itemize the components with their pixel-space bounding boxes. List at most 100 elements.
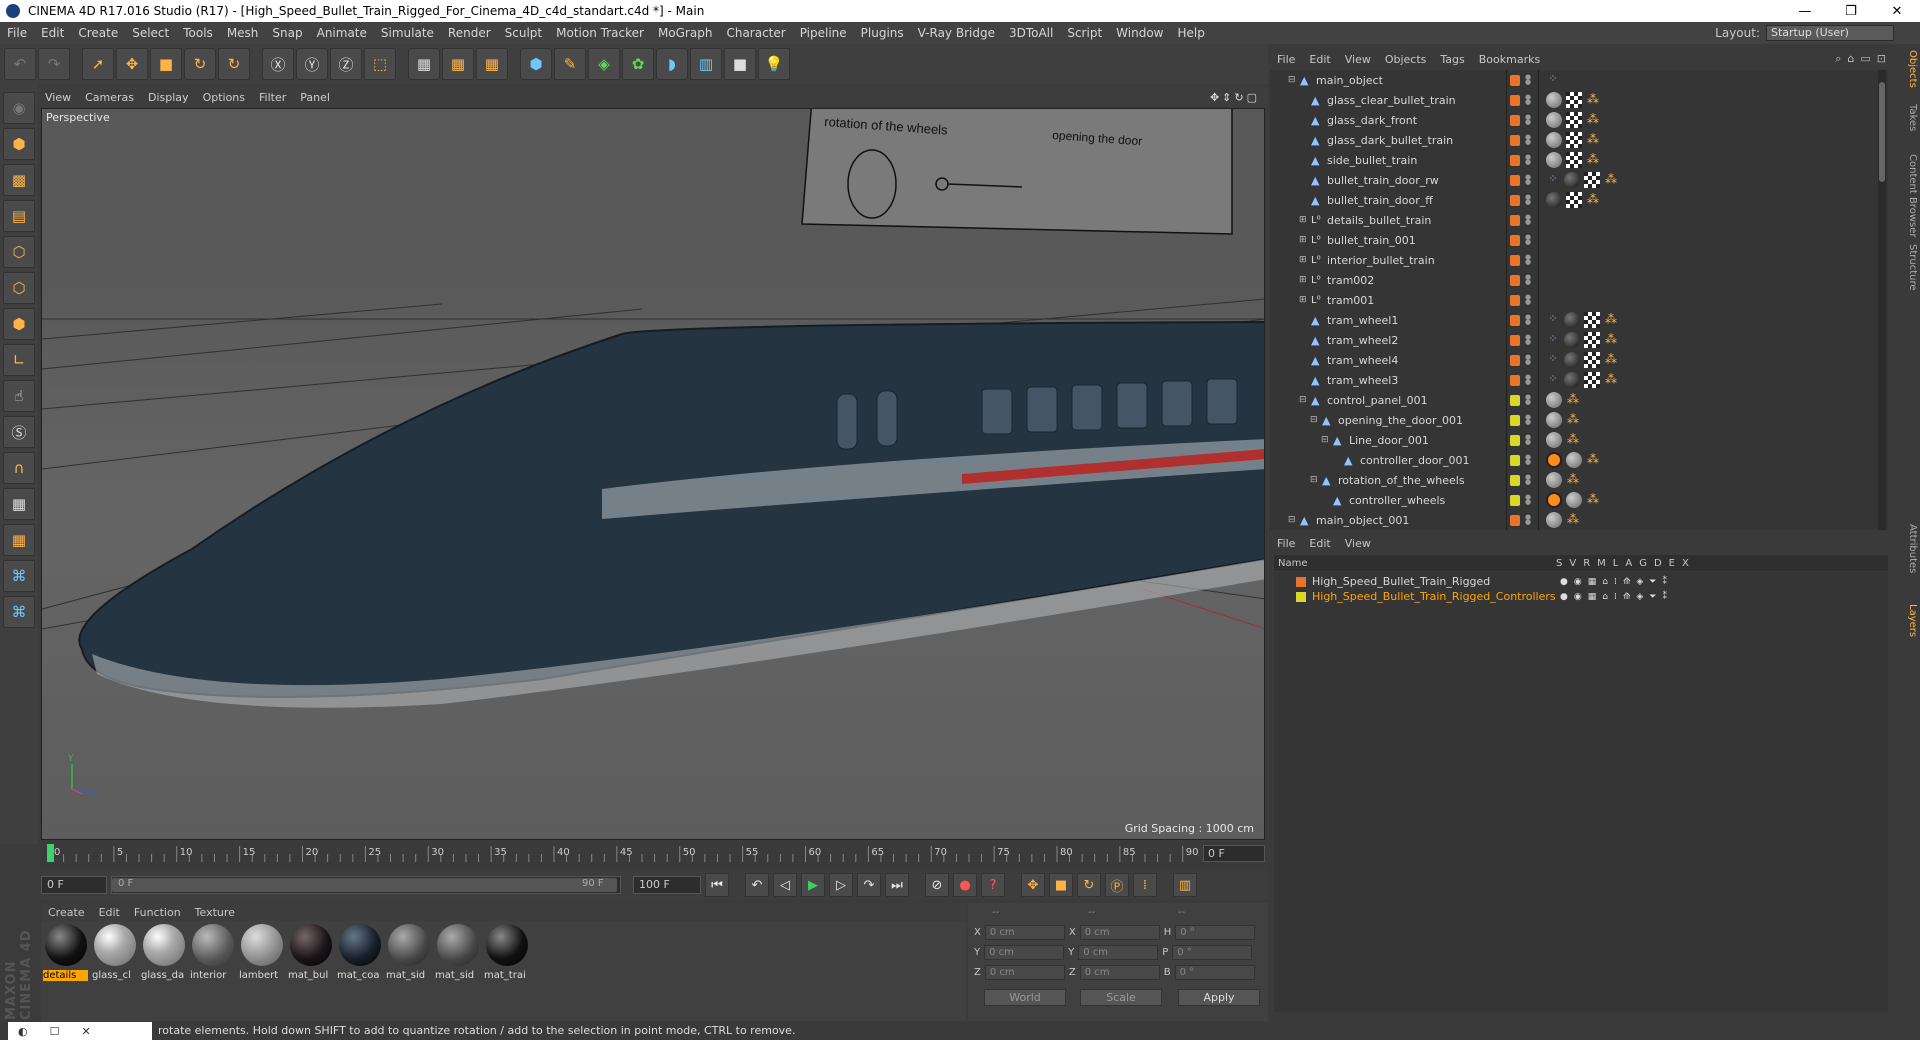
camera-label[interactable]: Perspective bbox=[46, 111, 110, 124]
object-row[interactable]: ⊟ ▲ rotation_of_the_wheels ● ● ⁂ bbox=[1270, 470, 1888, 490]
rotation-b-field[interactable]: 0 ° bbox=[1174, 965, 1255, 980]
layer-color-swatch[interactable] bbox=[1510, 294, 1520, 306]
visibility-dots-icon[interactable]: ● ● bbox=[1525, 313, 1531, 326]
motion-record-icon[interactable]: ⊘ bbox=[925, 873, 949, 897]
layer-color-swatch[interactable] bbox=[1510, 434, 1520, 446]
layer-row[interactable]: High_Speed_Bullet_Train_Rigged ● ◉ ▦ ⌂ ⁞ ⟰ ◈ ⏷ ⁑ bbox=[1274, 574, 1888, 589]
3d-viewport[interactable]: rotation of the wheels opening the door … bbox=[41, 108, 1265, 840]
layer-flag-toggle-icon[interactable]: ▦ bbox=[1588, 577, 1597, 587]
menu-tools[interactable]: Tools bbox=[176, 26, 220, 40]
layer-flag-toggle-icon[interactable]: ⏷ bbox=[1649, 592, 1656, 602]
xpresso-tag-icon[interactable]: ⁂ bbox=[1566, 432, 1580, 448]
viewport-menu-options[interactable]: Options bbox=[196, 91, 252, 104]
xpresso-tag-icon[interactable]: ⁂ bbox=[1604, 372, 1618, 388]
redo-icon[interactable]: ↷ bbox=[38, 48, 70, 80]
skin-tag-icon[interactable]: ⁘ bbox=[1546, 332, 1560, 348]
material-tag-icon[interactable] bbox=[1546, 512, 1562, 528]
skin-tag-icon[interactable]: ⁘ bbox=[1546, 352, 1560, 368]
side-tab-structure[interactable]: Structure bbox=[1902, 244, 1918, 291]
size-z-field[interactable]: 0 cm bbox=[1079, 965, 1160, 980]
layer-flag-toggle-icon[interactable]: ⏷ bbox=[1649, 577, 1656, 587]
skin-tag-icon[interactable]: ⁘ bbox=[1546, 312, 1560, 328]
layer-color-swatch[interactable] bbox=[1510, 234, 1520, 246]
material-swatch[interactable]: glass_cl bbox=[92, 924, 137, 1021]
expand-toggle-icon[interactable]: ⊟ bbox=[1310, 475, 1318, 485]
material-menu-edit[interactable]: Edit bbox=[92, 906, 127, 919]
rotate-icon[interactable]: ↻ bbox=[184, 48, 216, 80]
visibility-dots-icon[interactable]: ● ● bbox=[1525, 393, 1531, 406]
objects-menu-edit[interactable]: Edit bbox=[1302, 53, 1337, 66]
previous-frame-icon[interactable]: ◁ bbox=[773, 873, 797, 897]
snap-icon[interactable]: Ⓢ bbox=[3, 416, 35, 448]
light-icon[interactable]: 💡 bbox=[758, 48, 790, 80]
material-tag-icon[interactable] bbox=[1566, 452, 1582, 468]
xpresso-tag-icon[interactable]: ⁂ bbox=[1586, 192, 1600, 208]
maximize-button[interactable]: ❐ bbox=[1828, 4, 1874, 19]
viewport-menu-cameras[interactable]: Cameras bbox=[78, 91, 141, 104]
layer-flag-toggle-icon[interactable]: ▦ bbox=[1588, 592, 1597, 602]
app-icon[interactable]: ◐ bbox=[18, 1025, 28, 1038]
object-row[interactable]: ▲ glass_dark_front ● ● ⁂ bbox=[1270, 110, 1888, 130]
material-swatch[interactable]: mat_bul bbox=[288, 924, 333, 1021]
x-axis-icon[interactable]: Ⓧ bbox=[262, 48, 294, 80]
material-tag-icon[interactable] bbox=[1564, 332, 1580, 348]
scale-icon[interactable]: ■ bbox=[150, 48, 182, 80]
expand-toggle-icon[interactable]: ⊟ bbox=[1299, 395, 1307, 405]
expand-toggle-icon[interactable]: ⊞ bbox=[1299, 275, 1307, 285]
object-row[interactable]: ▲ tram_wheel1 ● ● ⁘ ⁂ bbox=[1270, 310, 1888, 330]
material-tag-icon[interactable] bbox=[1546, 192, 1562, 208]
layer-flag-toggle-icon[interactable]: ● bbox=[1560, 592, 1568, 602]
layer-flag-toggle-icon[interactable]: ⌂ bbox=[1602, 577, 1608, 587]
menu-mesh[interactable]: Mesh bbox=[220, 26, 266, 40]
object-row[interactable]: ⊞ L⁰ bullet_train_001 ● ● bbox=[1270, 230, 1888, 250]
layer-flag-header[interactable]: L bbox=[1613, 558, 1619, 569]
viewport-menu-view[interactable]: View bbox=[38, 91, 78, 104]
visibility-dots-icon[interactable]: ● ● bbox=[1525, 293, 1531, 306]
key-position-icon[interactable]: ✥ bbox=[1021, 873, 1045, 897]
xpresso-tag-icon[interactable]: ⁂ bbox=[1604, 352, 1618, 368]
side-tab-takes[interactable]: Takes bbox=[1902, 104, 1918, 131]
make-editable-icon[interactable]: ◉ bbox=[3, 92, 35, 124]
side-tab-attributes[interactable]: Attributes bbox=[1902, 524, 1918, 573]
next-frame-icon[interactable]: ▷ bbox=[829, 873, 853, 897]
coordinate-mode-select[interactable]: World bbox=[984, 989, 1066, 1006]
visibility-dots-icon[interactable]: ● ● bbox=[1525, 153, 1531, 166]
layer-flag-header[interactable]: M bbox=[1597, 558, 1606, 569]
material-tag-icon[interactable] bbox=[1564, 172, 1580, 188]
material-tag-icon[interactable] bbox=[1564, 312, 1580, 328]
object-row[interactable]: ⊟ ▲ main_object_001 ● ● ⁂ bbox=[1270, 510, 1888, 530]
render-view-icon[interactable]: ▦ bbox=[408, 48, 440, 80]
menu-create[interactable]: Create bbox=[71, 26, 125, 40]
visibility-dots-icon[interactable]: ● ● bbox=[1525, 233, 1531, 246]
camera-icon[interactable]: ■ bbox=[724, 48, 756, 80]
uvw-tag-icon[interactable] bbox=[1566, 92, 1582, 108]
record-keyframe-icon[interactable]: ● bbox=[953, 873, 977, 897]
xpresso-tag-icon[interactable]: ⁂ bbox=[1586, 132, 1600, 148]
apply-button[interactable]: Apply bbox=[1178, 989, 1260, 1006]
visibility-dots-icon[interactable]: ● ● bbox=[1525, 413, 1531, 426]
position-z-field[interactable]: 0 cm bbox=[984, 965, 1065, 980]
layer-flag-header[interactable]: D bbox=[1654, 558, 1662, 569]
layer-color-swatch[interactable] bbox=[1510, 94, 1520, 106]
object-row[interactable]: ⊟ ▲ main_object ● ● ⁘ bbox=[1270, 70, 1888, 90]
xpresso-tag-icon[interactable]: ⁂ bbox=[1604, 332, 1618, 348]
z-axis-icon[interactable]: Ⓩ bbox=[330, 48, 362, 80]
recent-tool-icon[interactable]: ↻ bbox=[218, 48, 250, 80]
scrollbar-thumb[interactable] bbox=[1879, 82, 1885, 182]
start-frame-field[interactable]: 0 F bbox=[41, 876, 107, 894]
material-tag-icon[interactable] bbox=[1566, 492, 1582, 508]
render-picture-viewer-icon[interactable]: ▦ bbox=[442, 48, 474, 80]
next-key-icon[interactable]: ↷ bbox=[857, 873, 881, 897]
object-row[interactable]: ⊟ ▲ control_panel_001 ● ● ⁂ bbox=[1270, 390, 1888, 410]
visibility-dots-icon[interactable]: ● ● bbox=[1525, 113, 1531, 126]
layer-flag-header[interactable]: S bbox=[1556, 558, 1562, 569]
layer-color-swatch[interactable] bbox=[1510, 454, 1520, 466]
menu-render[interactable]: Render bbox=[441, 26, 498, 40]
render-settings-icon[interactable]: ▦ bbox=[476, 48, 508, 80]
objects-menu-file[interactable]: File bbox=[1270, 53, 1302, 66]
layer-color-swatch[interactable] bbox=[1510, 394, 1520, 406]
material-tag-icon[interactable] bbox=[1546, 472, 1562, 488]
expand-toggle-icon[interactable]: ⊟ bbox=[1288, 75, 1296, 85]
material-swatch[interactable]: mat_coa bbox=[337, 924, 382, 1021]
visibility-dots-icon[interactable]: ● ● bbox=[1525, 93, 1531, 106]
